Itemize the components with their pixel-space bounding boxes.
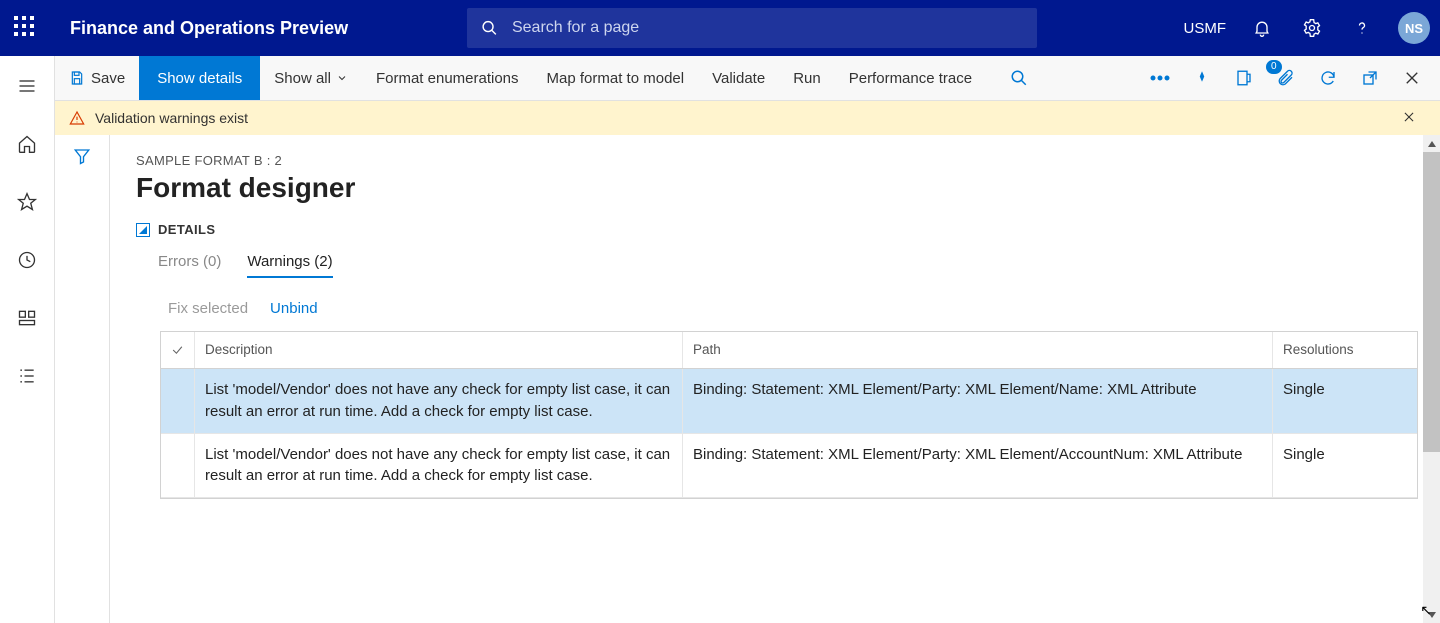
attachments-badge: 0 [1266,60,1282,74]
grid-header-resolutions[interactable]: Resolutions [1273,332,1417,368]
perf-trace-label: Performance trace [849,70,972,87]
tab-errors[interactable]: Errors (0) [158,253,221,278]
nav-menu-icon[interactable] [7,66,47,106]
avatar-initials: NS [1398,12,1430,44]
scroll-down-icon[interactable] [1423,606,1440,623]
company-selector[interactable]: USMF [1184,0,1227,56]
grid-header-path[interactable]: Path [683,332,1273,368]
scroll-thumb[interactable] [1423,152,1440,452]
details-label: DETAILS [158,222,215,237]
row-resolutions: Single [1273,434,1417,498]
grid-header-row: Description Path Resolutions [161,332,1417,369]
unbind-button[interactable]: Unbind [270,300,318,317]
global-header: Finance and Operations Preview USMF NS [0,0,1440,56]
nav-home-icon[interactable] [7,124,47,164]
show-all-label: Show all [274,70,331,87]
details-tabs: Errors (0) Warnings (2) [158,253,1418,278]
format-enum-label: Format enumerations [376,70,519,87]
map-format-to-model-button[interactable]: Map format to model [533,56,699,100]
row-select-cell[interactable] [161,369,195,433]
help-icon[interactable] [1348,0,1376,56]
settings-icon[interactable] [1298,0,1326,56]
search-icon [481,19,498,37]
breadcrumb: SAMPLE FORMAT B : 2 [136,153,1418,168]
personalize-icon[interactable] [1190,66,1214,90]
page-content: SAMPLE FORMAT B : 2 Format designer DETA… [110,135,1440,623]
run-label: Run [793,70,821,87]
filter-rail [55,135,110,623]
toolbar-search-icon[interactable] [996,56,1042,100]
map-model-label: Map format to model [547,70,685,87]
row-path: Binding: Statement: XML Element/Party: X… [683,369,1273,433]
row-description: List 'model/Vendor' does not have any ch… [195,369,683,433]
refresh-icon[interactable] [1316,66,1340,90]
grid-header-select[interactable] [161,332,195,368]
message-bar-close-icon[interactable] [1402,110,1426,127]
details-section-header[interactable]: DETAILS [136,222,1418,237]
left-nav-rail [0,56,55,623]
chevron-down-icon [336,72,348,84]
app-title: Finance and Operations Preview [70,18,348,39]
grid-header-description[interactable]: Description [195,332,683,368]
open-office-icon[interactable] [1232,66,1256,90]
user-avatar[interactable]: NS [1398,0,1430,56]
warnings-grid: Description Path Resolutions List 'model… [160,331,1418,499]
more-actions-icon[interactable] [1148,66,1172,90]
run-button[interactable]: Run [779,56,835,100]
scroll-up-icon[interactable] [1423,135,1440,152]
show-details-button[interactable]: Show details [139,56,260,100]
attachments-icon[interactable]: 0 [1274,66,1298,90]
waffle-icon[interactable] [14,16,38,40]
page-title: Format designer [136,172,1418,204]
validate-button[interactable]: Validate [698,56,779,100]
search-input[interactable] [512,19,1023,37]
grid-toolbar: Fix selected Unbind [168,300,1418,317]
table-row[interactable]: List 'model/Vendor' does not have any ch… [161,369,1417,434]
row-description: List 'model/Vendor' does not have any ch… [195,434,683,498]
pop-out-icon[interactable] [1358,66,1382,90]
show-details-label: Show details [157,70,242,87]
collapse-toggle-icon[interactable] [136,223,150,237]
close-page-icon[interactable] [1400,66,1424,90]
fix-selected-button: Fix selected [168,300,248,317]
check-icon [171,342,184,358]
nav-modules-icon[interactable] [7,356,47,396]
page-scrollbar[interactable] [1423,135,1440,623]
message-bar-warning: Validation warnings exist [55,101,1440,135]
row-path: Binding: Statement: XML Element/Party: X… [683,434,1273,498]
performance-trace-button[interactable]: Performance trace [835,56,986,100]
nav-workspaces-icon[interactable] [7,298,47,338]
show-all-button[interactable]: Show all [260,56,362,100]
format-enumerations-button[interactable]: Format enumerations [362,56,533,100]
message-bar-text: Validation warnings exist [95,110,248,126]
notifications-icon[interactable] [1248,0,1276,56]
warning-icon [69,110,85,126]
tab-warnings[interactable]: Warnings (2) [247,253,332,278]
nav-recent-icon[interactable] [7,240,47,280]
row-resolutions: Single [1273,369,1417,433]
row-select-cell[interactable] [161,434,195,498]
filter-icon[interactable] [73,147,91,165]
save-label: Save [91,70,125,87]
table-row[interactable]: List 'model/Vendor' does not have any ch… [161,434,1417,499]
global-search[interactable] [467,8,1037,48]
nav-favorites-icon[interactable] [7,182,47,222]
validate-label: Validate [712,70,765,87]
save-button[interactable]: Save [55,56,139,100]
action-toolbar: Save Show details Show all Format enumer… [55,56,1440,101]
